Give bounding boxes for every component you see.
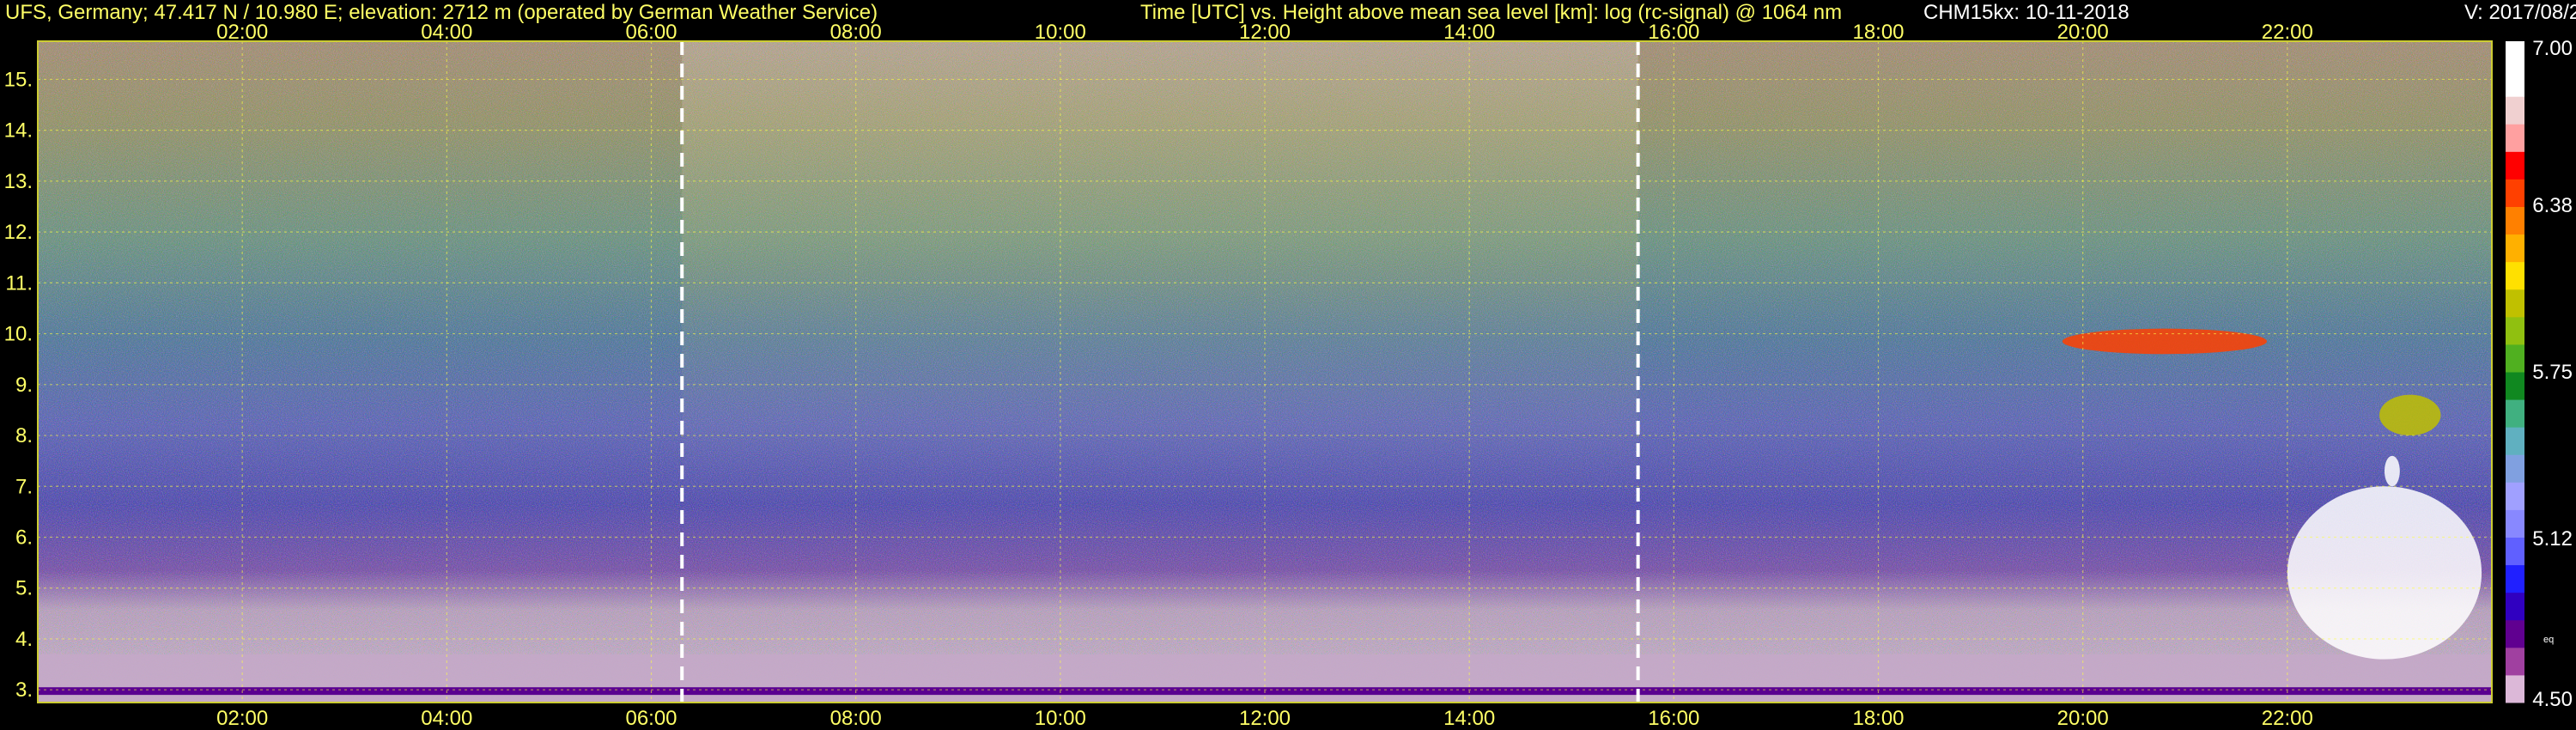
colorbar-tick-label: 5.12 xyxy=(2532,527,2573,551)
feature-cloud-mid-2 xyxy=(2384,455,2400,487)
colorbar-swatch xyxy=(2506,179,2524,207)
y-tick-label: 5. xyxy=(15,577,33,600)
lidar-chart: UFS, Germany; 47.417 N / 10.980 E; eleva… xyxy=(4,1,2576,730)
x-tick-bottom-label: 12:00 xyxy=(1239,707,1291,730)
colorbar-ticks: 7.00 6.38 5.75 5.12 4.50 xyxy=(2532,37,2573,711)
colorbar-swatch xyxy=(2506,509,2524,538)
colorbar-swatch xyxy=(2506,344,2524,373)
colorbar-swatch xyxy=(2506,124,2524,152)
y-tick-label: 7. xyxy=(15,475,33,498)
colorbar-swatch xyxy=(2506,96,2524,125)
x-tick-top-label: 16:00 xyxy=(1648,21,1699,44)
colorbar-unit-label: eq xyxy=(2543,635,2554,645)
feature-cloud-lower xyxy=(2287,486,2482,660)
colorbar-tick-label: 4.50 xyxy=(2532,688,2573,711)
colorbar-swatch xyxy=(2506,372,2524,400)
colorbar-swatch xyxy=(2506,261,2524,290)
x-tick-top-label: 06:00 xyxy=(625,21,677,44)
x-tick-top-label: 08:00 xyxy=(830,21,882,44)
y-tick-label: 11. xyxy=(5,271,33,295)
y-tick-label: 15. xyxy=(4,68,33,91)
x-tick-top-label: 20:00 xyxy=(2057,21,2109,44)
x-tick-top-label: 12:00 xyxy=(1239,21,1291,44)
x-tick-bottom-label: 16:00 xyxy=(1648,707,1699,730)
x-tick-bottom-label: 20:00 xyxy=(2057,707,2109,730)
colorbar-swatch xyxy=(2506,151,2524,179)
x-tick-top-label: 18:00 xyxy=(1852,21,1904,44)
x-axis-bottom: 02:00 04:00 06:00 08:00 10:00 12:00 14:00 16:00… xyxy=(216,707,2313,730)
colorbar-swatch xyxy=(2506,289,2524,318)
feature-cirrus-patch xyxy=(2062,328,2268,355)
x-tick-bottom-label: 06:00 xyxy=(625,707,677,730)
y-tick-label: 6. xyxy=(15,526,33,550)
x-tick-top-label: 04:00 xyxy=(421,21,472,44)
x-tick-top-label: 10:00 xyxy=(1035,21,1086,44)
colorbar-swatch xyxy=(2506,674,2524,703)
y-tick-label: 8. xyxy=(15,424,33,447)
colorbar-swatch xyxy=(2506,206,2524,235)
colorbar-swatch xyxy=(2506,427,2524,455)
colorbar-swatch xyxy=(2506,69,2524,97)
version-label: V: 2017/08/29 xyxy=(2464,1,2576,24)
x-tick-top-label: 02:00 xyxy=(216,21,268,44)
colorbar-swatch xyxy=(2506,316,2524,345)
x-tick-bottom-label: 18:00 xyxy=(1852,707,1904,730)
x-tick-bottom-label: 22:00 xyxy=(2262,707,2313,730)
colorbar-swatch xyxy=(2506,592,2524,621)
x-tick-bottom-label: 08:00 xyxy=(830,707,882,730)
colorbar xyxy=(2506,41,2524,703)
x-tick-bottom-label: 10:00 xyxy=(1035,707,1086,730)
y-tick-label: 3. xyxy=(15,678,33,702)
y-tick-label: 9. xyxy=(15,374,33,397)
colorbar-swatch xyxy=(2506,647,2524,676)
y-tick-label: 10. xyxy=(4,323,33,346)
feature-cloud-mid-1 xyxy=(2379,394,2441,436)
colorbar-swatch xyxy=(2506,482,2524,510)
y-tick-label: 14. xyxy=(4,119,33,143)
colorbar-swatch xyxy=(2506,41,2524,70)
y-tick-label: 4. xyxy=(15,628,33,651)
x-axis-top: 02:00 04:00 06:00 08:00 10:00 12:00 14:00 16:00… xyxy=(216,21,2313,44)
colorbar-tick-label: 5.75 xyxy=(2532,361,2573,384)
x-tick-top-label: 22:00 xyxy=(2262,21,2313,44)
x-tick-bottom-label: 04:00 xyxy=(421,707,472,730)
plot-area xyxy=(37,40,2493,703)
x-tick-bottom-label: 02:00 xyxy=(216,707,268,730)
y-tick-label: 13. xyxy=(4,170,33,193)
x-tick-bottom-label: 14:00 xyxy=(1443,707,1495,730)
x-tick-top-label: 14:00 xyxy=(1443,21,1495,44)
colorbar-swatch xyxy=(2506,234,2524,263)
colorbar-swatch xyxy=(2506,619,2524,648)
colorbar-swatch xyxy=(2506,454,2524,483)
y-tick-label: 12. xyxy=(4,221,33,244)
colorbar-swatch xyxy=(2506,537,2524,566)
colorbar-tick-label: 6.38 xyxy=(2532,194,2573,217)
y-axis: 3. 4. 5. 6. 7. 8. 9. 10. 11. 12. 13. 14. 15. xyxy=(4,68,33,702)
colorbar-tick-label: 7.00 xyxy=(2532,37,2573,60)
colorbar-swatch xyxy=(2506,564,2524,593)
colorbar-swatch xyxy=(2506,399,2524,428)
